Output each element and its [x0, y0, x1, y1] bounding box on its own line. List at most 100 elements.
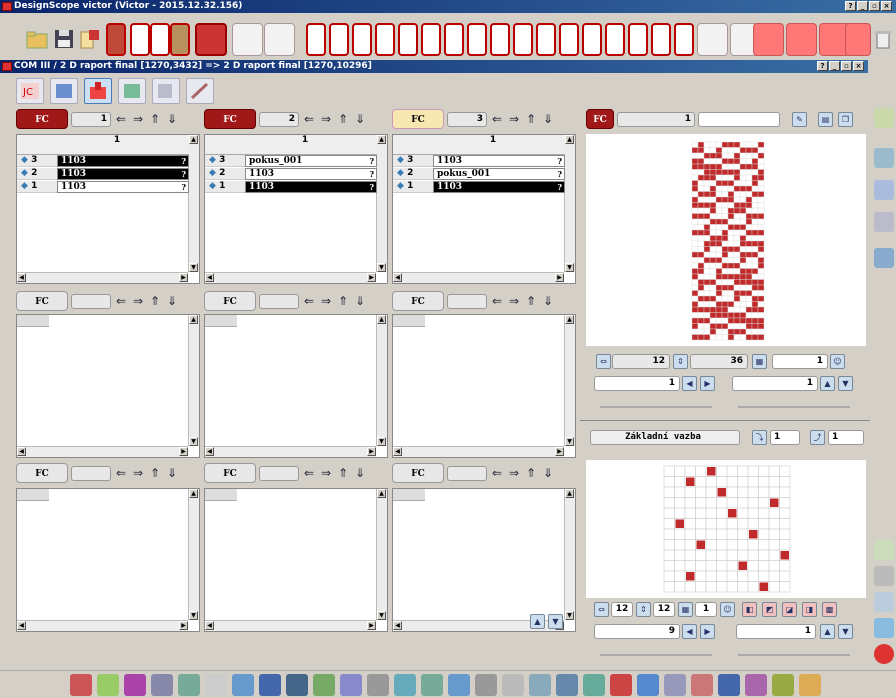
- weave-tool-2[interactable]: ◩: [762, 602, 777, 617]
- vertical-scrollbar[interactable]: ▲ ▼: [188, 135, 199, 272]
- horizontal-scrollbar[interactable]: ◀▶: [205, 272, 376, 283]
- arrow-left-icon[interactable]: ⇐: [114, 465, 128, 481]
- help-icon[interactable]: ?: [181, 182, 186, 193]
- side-tool-7-icon[interactable]: [874, 566, 894, 586]
- bottom-tool-18-icon[interactable]: [529, 674, 551, 696]
- jacquard-icon[interactable]: [118, 78, 146, 104]
- arrow-left-icon[interactable]: ⇐: [114, 293, 128, 309]
- fc-button[interactable]: FC: [204, 291, 256, 311]
- arrow-right-icon[interactable]: ⇒: [507, 293, 521, 309]
- panel-num-field[interactable]: [259, 293, 299, 309]
- repeat-x-icon[interactable]: ⇔: [596, 354, 611, 369]
- horizontal-scrollbar[interactable]: ◀▶: [205, 620, 376, 631]
- weave-field-a[interactable]: 9: [594, 624, 680, 639]
- toolbar-slot-13[interactable]: [421, 23, 441, 56]
- toolbar-slot-22[interactable]: [628, 23, 648, 56]
- side-tool-1-icon[interactable]: [874, 108, 894, 128]
- sub-help-button[interactable]: ?: [817, 61, 828, 71]
- bottom-tool-6-icon[interactable]: [205, 674, 227, 696]
- arrow-left-icon[interactable]: ⇐: [302, 293, 316, 309]
- weave-field-b[interactable]: 1: [736, 624, 816, 639]
- weave-field-1[interactable]: 1: [770, 430, 800, 445]
- bottom-tool-28-icon[interactable]: [799, 674, 821, 696]
- toolbar-slot-20[interactable]: [582, 23, 602, 56]
- panel-num-field[interactable]: 2: [259, 111, 299, 127]
- bottom-tool-27-icon[interactable]: [772, 674, 794, 696]
- panel-num-field[interactable]: [71, 293, 111, 309]
- arrow-down-icon[interactable]: ⇓: [541, 293, 555, 309]
- weave-down-icon[interactable]: ▼: [838, 624, 853, 639]
- list-pane[interactable]: ▲▼◀▶: [392, 488, 576, 632]
- row-value[interactable]: pokus_001?: [245, 155, 377, 167]
- toolbar-slot-17[interactable]: [513, 23, 533, 56]
- arrow-up-icon[interactable]: ⇑: [336, 293, 350, 309]
- fc-button[interactable]: FC: [392, 463, 444, 483]
- row-value[interactable]: pokus_001?: [433, 168, 565, 180]
- arrow-up-icon[interactable]: ⇑: [524, 293, 538, 309]
- arrow-up-icon[interactable]: ⇑: [148, 465, 162, 481]
- toolbar-slot-7[interactable]: [264, 23, 295, 56]
- slider-a[interactable]: [600, 406, 712, 408]
- panel-num-field[interactable]: [71, 465, 111, 481]
- row-value[interactable]: 1103?: [433, 155, 565, 167]
- right-fc-button[interactable]: FC: [586, 109, 614, 129]
- list-item[interactable]: ◆ 3 pokus_001?: [205, 155, 377, 167]
- fc-button[interactable]: FC: [204, 463, 256, 483]
- weave-tool-5[interactable]: ▩: [822, 602, 837, 617]
- toolbar-slot-5[interactable]: [195, 23, 227, 56]
- help-icon[interactable]: ?: [181, 169, 186, 180]
- list-item[interactable]: ◆ 3 1103?: [17, 155, 189, 167]
- stop-icon[interactable]: [874, 644, 894, 664]
- help-icon[interactable]: ?: [369, 169, 374, 180]
- weave-y-field[interactable]: 12: [653, 602, 675, 617]
- bottom-tool-21-icon[interactable]: [610, 674, 632, 696]
- vertical-scrollbar[interactable]: ▲ ▼: [376, 135, 387, 272]
- list-item[interactable]: ◆ 2 1103?: [17, 168, 189, 180]
- row-value[interactable]: 1103?: [245, 168, 377, 180]
- bottom-tool-15-icon[interactable]: [448, 674, 470, 696]
- list-item[interactable]: ◆ 1 1103?: [17, 181, 189, 193]
- prev-icon[interactable]: ◀: [682, 376, 697, 391]
- help-icon[interactable]: ?: [369, 182, 374, 193]
- weave-grid-icon[interactable]: [50, 78, 78, 104]
- list-item[interactable]: ◆ 2 1103?: [205, 168, 377, 180]
- arrow-right-icon[interactable]: ⇒: [507, 111, 521, 127]
- bottom-tool-16-icon[interactable]: [475, 674, 497, 696]
- row-value[interactable]: 1103?: [245, 181, 377, 193]
- repeat-x-field[interactable]: 12: [612, 354, 670, 369]
- arrow-left-icon[interactable]: ⇐: [490, 465, 504, 481]
- fc-button[interactable]: FC: [392, 109, 444, 129]
- weave-repeat-x-icon[interactable]: ⇔: [594, 602, 609, 617]
- panel-num-field[interactable]: [259, 465, 299, 481]
- arrow-up-icon[interactable]: ⇑: [148, 111, 162, 127]
- bottom-tool-26-icon[interactable]: [745, 674, 767, 696]
- fc-button[interactable]: FC: [16, 109, 68, 129]
- side-tool-9-icon[interactable]: [874, 618, 894, 638]
- help-icon[interactable]: ?: [557, 156, 562, 167]
- weave-prev-icon[interactable]: ◀: [682, 624, 697, 639]
- weave-grid-icon[interactable]: ▦: [678, 602, 693, 617]
- toolbar-slot-1[interactable]: [106, 23, 126, 56]
- weave-next-icon[interactable]: ▶: [700, 624, 715, 639]
- toolbar-slot-4[interactable]: [170, 23, 190, 56]
- list-pane[interactable]: ▲▼◀▶: [392, 314, 576, 458]
- arrow-right-icon[interactable]: ⇒: [319, 111, 333, 127]
- toolbar-slot-15[interactable]: [467, 23, 487, 56]
- list-item[interactable]: ◆ 1 1103?: [393, 181, 565, 193]
- toolbar-slot-27[interactable]: [753, 23, 784, 56]
- weave-slider-b[interactable]: [738, 654, 850, 656]
- arrow-left-icon[interactable]: ⇐: [114, 111, 128, 127]
- bottom-tool-9-icon[interactable]: [286, 674, 308, 696]
- weave-person-icon[interactable]: ☺: [720, 602, 735, 617]
- list-item[interactable]: ◆ 2 pokus_001?: [393, 168, 565, 180]
- bottom-tool-8-icon[interactable]: [259, 674, 281, 696]
- bottom-tool-22-icon[interactable]: [637, 674, 659, 696]
- arrow-up-icon[interactable]: ⇑: [524, 465, 538, 481]
- arrow-down-icon[interactable]: ⇓: [353, 465, 367, 481]
- toolbar-slot-14[interactable]: [444, 23, 464, 56]
- toolbar-slot-30[interactable]: [845, 23, 871, 56]
- fc-button[interactable]: FC: [16, 463, 68, 483]
- row-value[interactable]: 1103?: [57, 168, 189, 180]
- toolbar-slot-10[interactable]: [352, 23, 372, 56]
- bottom-tool-7-icon[interactable]: [232, 674, 254, 696]
